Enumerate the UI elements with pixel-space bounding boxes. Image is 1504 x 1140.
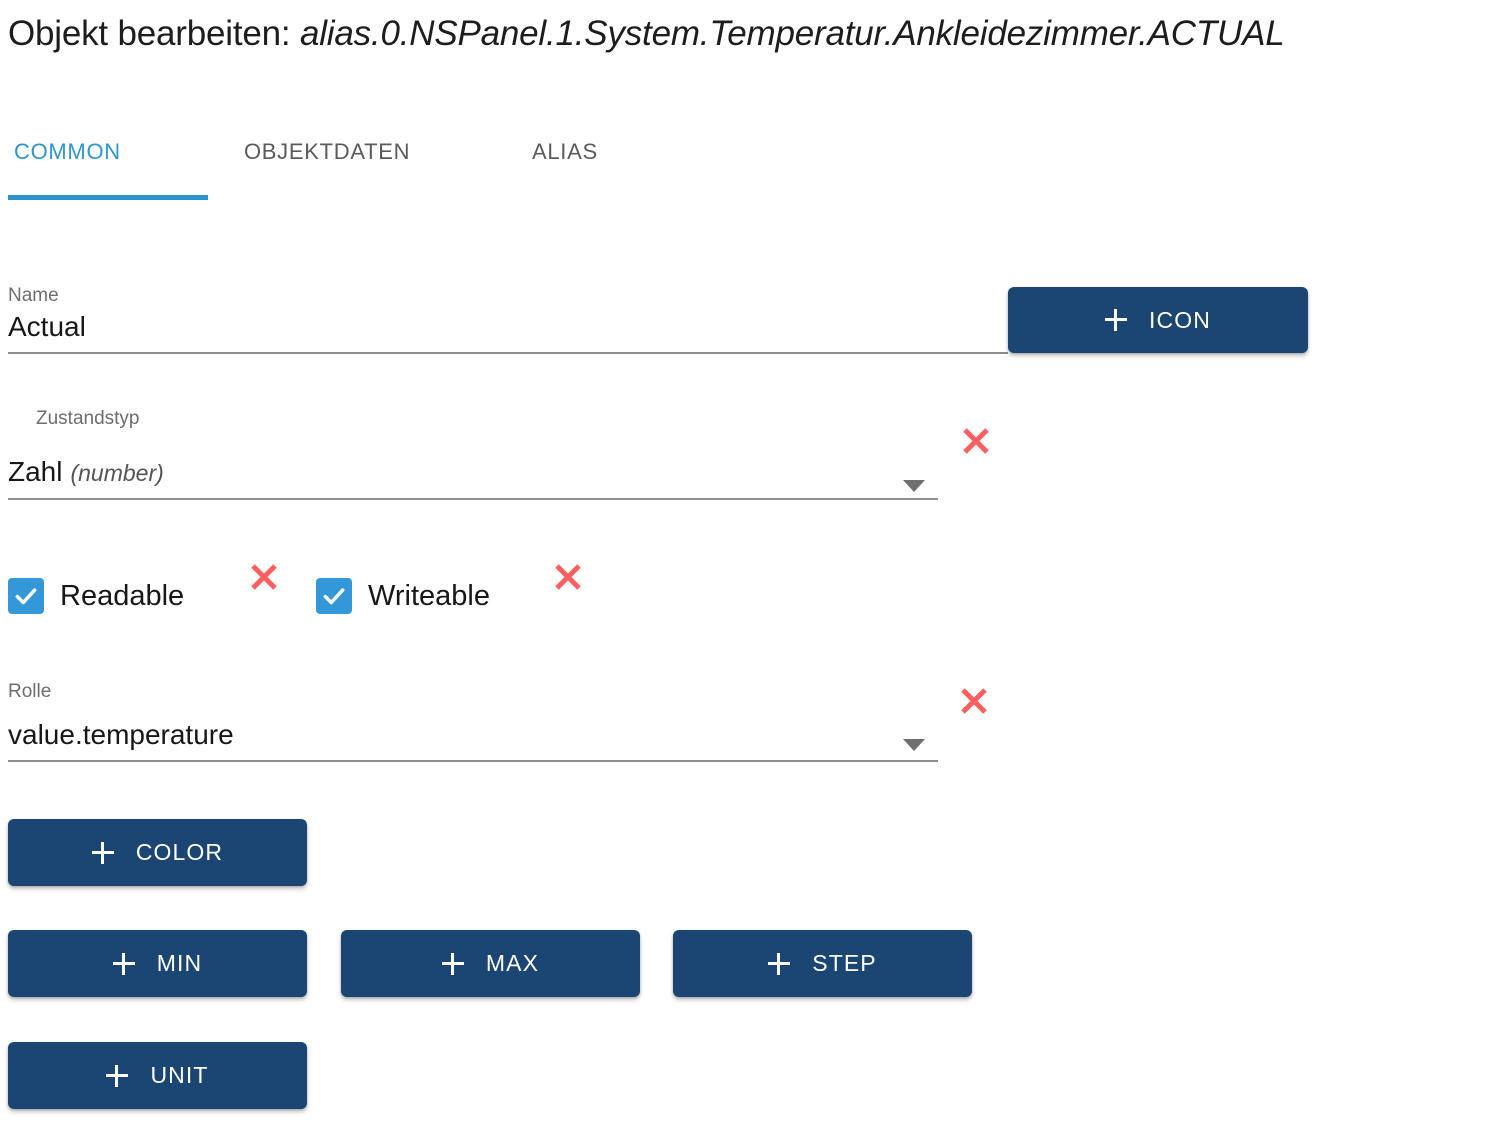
name-field-group: Name Actual	[8, 285, 1008, 354]
add-min-button[interactable]: MIN	[8, 930, 307, 997]
clear-writeable-icon[interactable]	[552, 561, 584, 593]
name-field-value[interactable]: Actual	[8, 307, 1008, 347]
state-type-value-text: Zahl	[8, 456, 63, 487]
readable-checkbox[interactable]	[8, 578, 44, 614]
add-step-button[interactable]: STEP	[673, 930, 972, 997]
plus-icon	[441, 952, 464, 975]
add-max-button-label: MAX	[485, 950, 540, 976]
chevron-down-icon-role[interactable]	[903, 739, 925, 751]
state-type-value[interactable]: Zahl (number)	[8, 452, 938, 493]
add-unit-button-label: UNIT	[150, 1062, 209, 1088]
plus-icon	[768, 952, 791, 975]
name-field-label: Name	[8, 285, 59, 306]
add-step-button-label: STEP	[812, 950, 877, 976]
clear-role-icon[interactable]	[958, 685, 990, 717]
plus-icon	[91, 841, 114, 864]
role-field-group: Rolle value.temperature	[8, 681, 938, 762]
add-max-button[interactable]: MAX	[341, 930, 640, 997]
add-icon-button-label: ICON	[1149, 306, 1211, 333]
clear-state-type-icon[interactable]	[960, 425, 992, 457]
writeable-checkbox-row: Writeable	[316, 578, 490, 614]
role-value[interactable]: value.temperature	[8, 715, 938, 755]
role-label: Rolle	[8, 681, 52, 702]
name-field-underline	[8, 352, 1008, 354]
role-underline	[8, 760, 938, 762]
state-type-value-note: (number)	[70, 460, 164, 486]
plus-icon	[112, 952, 135, 975]
readable-label: Readable	[60, 579, 185, 612]
add-icon-button[interactable]: ICON	[1008, 287, 1308, 353]
writeable-checkbox[interactable]	[316, 578, 352, 614]
plus-icon	[1105, 309, 1128, 331]
writeable-label: Writeable	[368, 579, 490, 612]
common-form: Name Actual ICON Zustandstyp Zahl (number…	[0, 0, 1504, 1140]
check-icon	[323, 588, 345, 605]
add-color-button[interactable]: COLOR	[8, 819, 307, 886]
chevron-down-icon-state-type[interactable]	[903, 480, 925, 492]
add-min-button-label: MIN	[156, 950, 203, 976]
check-icon	[15, 588, 37, 605]
state-type-field-group: Zustandstyp Zahl (number)	[8, 408, 938, 500]
add-unit-button[interactable]: UNIT	[8, 1042, 307, 1109]
state-type-label: Zustandstyp	[36, 408, 140, 429]
plus-icon	[106, 1064, 129, 1087]
add-color-button-label: COLOR	[135, 839, 224, 865]
clear-readable-icon[interactable]	[248, 561, 280, 593]
readable-checkbox-row: Readable	[8, 578, 184, 614]
state-type-underline	[8, 498, 938, 500]
